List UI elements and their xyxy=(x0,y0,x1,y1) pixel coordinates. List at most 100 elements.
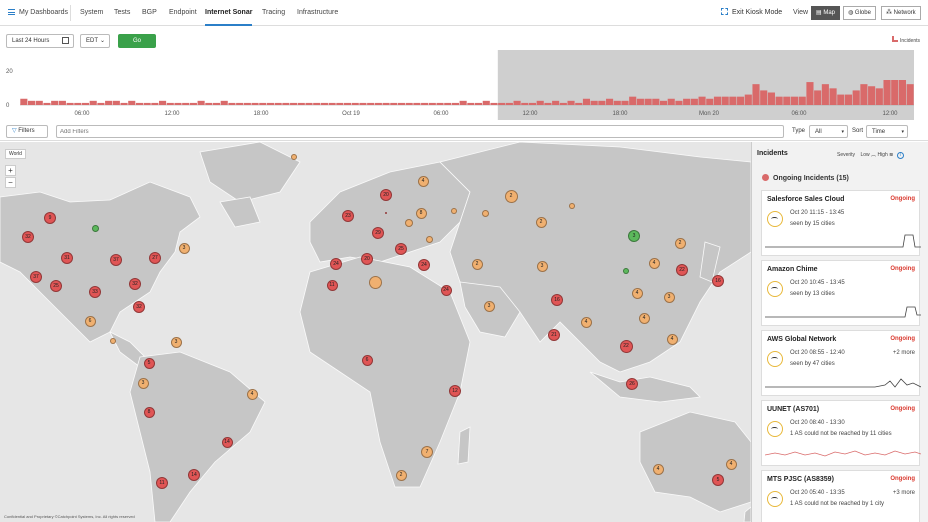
info-icon[interactable]: i xyxy=(896,152,904,159)
incident-marker[interactable]: 22 xyxy=(619,339,633,353)
incident-marker[interactable]: 3 xyxy=(663,291,675,303)
time-range-select[interactable]: Last 24 Hours xyxy=(6,34,74,48)
incident-marker[interactable] xyxy=(569,203,575,209)
incident-marker[interactable]: 2 xyxy=(471,258,483,270)
tab-tracing[interactable]: Tracing xyxy=(262,0,285,26)
incident-marker[interactable]: 14 xyxy=(221,436,233,448)
incident-marker[interactable] xyxy=(110,338,116,344)
incident-marker[interactable]: 32 xyxy=(133,301,145,313)
filters-button[interactable]: ▽ Filters xyxy=(6,125,48,138)
incident-marker[interactable]: 32 xyxy=(22,231,34,243)
incident-marker[interactable]: 25 xyxy=(395,243,407,255)
incident-marker[interactable] xyxy=(451,208,457,214)
incident-marker[interactable]: 3 xyxy=(170,336,182,348)
incident-marker[interactable]: 20 xyxy=(380,189,392,201)
tab-infrastructure[interactable]: Infrastructure xyxy=(297,0,338,26)
incident-card[interactable]: UUNET (AS701) Ongoing Oct 20 08:40 - 13:30… xyxy=(761,400,921,466)
sort-select[interactable]: Time ▾ xyxy=(866,125,908,138)
incident-marker[interactable]: 20 xyxy=(361,253,373,265)
view-map-button[interactable]: ▤ Map xyxy=(811,6,841,20)
incident-marker[interactable]: 4 xyxy=(725,458,737,470)
incident-marker[interactable]: 4 xyxy=(417,175,429,187)
incident-marker[interactable]: 22 xyxy=(676,264,688,276)
tab-system[interactable]: System xyxy=(80,0,103,26)
incident-card[interactable]: Salesforce Sales Cloud Ongoing Oct 20 11:1… xyxy=(761,190,921,256)
incident-marker[interactable]: 24 xyxy=(330,258,342,270)
incident-marker[interactable]: 4 xyxy=(580,316,592,328)
tab-bgp[interactable]: BGP xyxy=(142,0,157,26)
zoom-out-button[interactable]: − xyxy=(5,177,16,188)
incident-histogram[interactable]: 20 0 06:00 12:00 18:00 Oct 19 06:00 12:00 18:00 M… xyxy=(0,36,928,120)
selected-range[interactable] xyxy=(497,50,914,120)
type-select[interactable]: All ▾ xyxy=(809,125,848,138)
world-map[interactable]: World + − 9 32 37 31 37 27 3 25 33 32 32 6 3 5 3 8 4 14 14… xyxy=(0,142,751,522)
incident-marker[interactable]: 2 xyxy=(535,216,547,228)
incident-marker[interactable] xyxy=(405,219,413,227)
incident-marker[interactable] xyxy=(623,268,629,274)
incident-marker[interactable]: 6 xyxy=(361,354,373,366)
timezone-select[interactable]: EDT ⌄ xyxy=(80,34,110,48)
tab-internet-sonar[interactable]: Internet Sonar xyxy=(205,0,253,26)
incident-marker[interactable]: 14 xyxy=(188,469,200,481)
incident-marker[interactable]: 9 xyxy=(44,212,56,224)
exit-kiosk-button[interactable]: Exit Kiosk Mode xyxy=(721,0,782,26)
view-network-button[interactable]: ⁂ Network xyxy=(881,6,921,20)
incident-marker[interactable]: 11 xyxy=(156,477,168,489)
incident-card[interactable]: MTS PJSC (AS8359) Ongoing Oct 20 05:40 - 1… xyxy=(761,470,920,522)
incident-marker[interactable]: 16 xyxy=(712,275,724,287)
incident-marker[interactable]: 31 xyxy=(61,252,73,264)
incident-marker[interactable]: 2 xyxy=(504,189,518,203)
incident-marker[interactable]: 4 xyxy=(648,257,660,269)
incident-marker[interactable]: 3 xyxy=(536,260,548,272)
tab-endpoint[interactable]: Endpoint xyxy=(169,0,197,26)
incident-marker[interactable]: 8 xyxy=(415,207,427,219)
incident-marker[interactable]: 3 xyxy=(483,300,495,312)
incident-marker[interactable]: 8 xyxy=(143,406,155,418)
incident-marker[interactable]: 3 xyxy=(178,242,190,254)
incident-marker[interactable]: 4 xyxy=(631,287,643,299)
incident-marker[interactable]: 29 xyxy=(372,227,384,239)
incident-marker[interactable]: 27 xyxy=(149,252,161,264)
incident-marker[interactable]: 11 xyxy=(326,279,338,291)
incident-marker[interactable]: 4 xyxy=(246,388,258,400)
view-globe-button[interactable]: ◍ Globe xyxy=(843,6,876,20)
incident-marker[interactable]: 3 xyxy=(628,230,640,242)
incident-marker[interactable]: 7 xyxy=(421,446,433,458)
incident-marker[interactable] xyxy=(384,211,387,214)
incident-marker[interactable]: 3 xyxy=(137,377,149,389)
incident-card[interactable]: AWS Global Network Ongoing Oct 20 08:55 - … xyxy=(761,330,921,396)
add-filters-input[interactable] xyxy=(56,125,784,138)
incident-card[interactable]: Amazon Chime Ongoing Oct 20 10:45 - 13:45 s… xyxy=(761,260,921,326)
incident-marker[interactable] xyxy=(368,275,382,289)
incident-marker[interactable]: 4 xyxy=(638,312,650,324)
incident-marker[interactable]: 16 xyxy=(551,294,563,306)
incident-marker[interactable]: 21 xyxy=(548,329,560,341)
world-label[interactable]: World xyxy=(5,149,26,159)
incident-marker[interactable]: 2 xyxy=(395,469,407,481)
incident-marker[interactable]: 6 xyxy=(84,315,96,327)
incident-marker[interactable]: 25 xyxy=(50,280,62,292)
incident-marker[interactable]: 4 xyxy=(666,333,678,345)
incident-marker[interactable]: 24 xyxy=(418,259,430,271)
tab-tests[interactable]: Tests xyxy=(114,0,130,26)
incident-marker[interactable]: 37 xyxy=(110,254,122,266)
incident-marker[interactable]: 33 xyxy=(89,286,101,298)
go-button[interactable]: Go xyxy=(118,34,156,48)
dashboards-menu[interactable]: My Dashboards xyxy=(8,0,68,26)
incident-marker[interactable]: 4 xyxy=(652,463,664,475)
incident-marker[interactable] xyxy=(481,209,489,217)
incident-marker[interactable]: 26 xyxy=(626,378,638,390)
histogram-bar xyxy=(567,100,575,105)
incident-marker[interactable]: 37 xyxy=(30,271,42,283)
incident-marker[interactable] xyxy=(291,154,297,160)
incident-marker[interactable]: 32 xyxy=(129,278,141,290)
zoom-in-button[interactable]: + xyxy=(5,165,16,176)
incident-marker[interactable]: 23 xyxy=(342,210,354,222)
incident-marker[interactable]: 2 xyxy=(674,237,686,249)
incident-marker[interactable] xyxy=(91,224,99,232)
incident-marker[interactable] xyxy=(425,235,433,243)
incident-marker[interactable]: 5 xyxy=(143,357,155,369)
incident-marker[interactable]: 24 xyxy=(440,284,452,296)
incident-marker[interactable]: 12 xyxy=(449,385,461,397)
incident-marker[interactable]: 5 xyxy=(712,474,724,486)
